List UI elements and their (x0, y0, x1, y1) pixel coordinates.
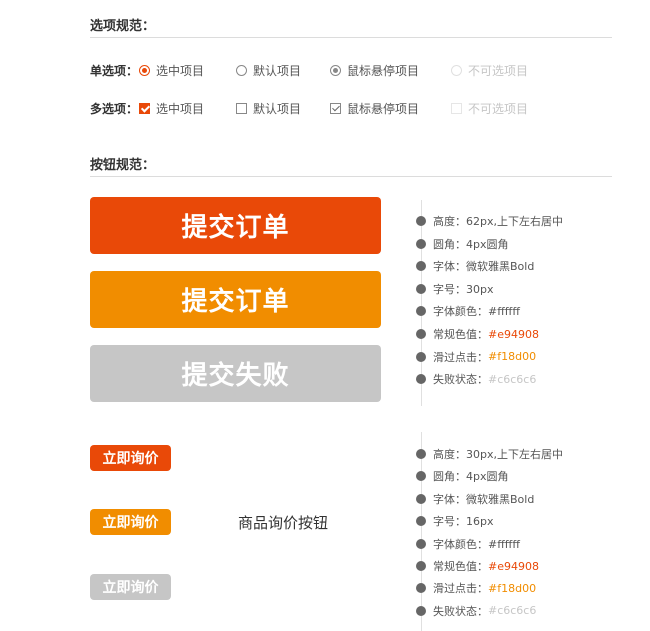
buttons-divider (90, 176, 612, 177)
spec-text: 圆角：4px圆角 (433, 470, 509, 484)
radio-option-label: 默认项目 (253, 64, 302, 78)
radio-option-checked[interactable]: 选中项目 (139, 62, 204, 79)
big-spec-item: 高度：62px,上下左右居中 (416, 213, 563, 229)
inquiry-button-caption: 商品询价按钮 (238, 514, 329, 532)
checkbox-option-label: 不可选项目 (468, 102, 529, 116)
checkbox-checked-icon[interactable] (139, 103, 150, 114)
small-spec-item: 字体颜色：#ffffff (416, 536, 520, 552)
submit-order-button-normal[interactable]: 提交订单 (90, 197, 381, 254)
spec-text: 常规色值： (433, 560, 488, 573)
bullet-dot-icon (416, 449, 426, 459)
spec-text: 字号：16px (433, 515, 494, 529)
spec-color-value: #e94908 (488, 559, 539, 573)
bullet-dot-icon (416, 261, 426, 272)
big-spec-item: 失败状态： #c6c6c6 (416, 371, 536, 387)
big-spec-item: 字体颜色：#ffffff (416, 303, 520, 319)
checkbox-default-icon[interactable] (236, 103, 247, 114)
checkbox-option-label: 鼠标悬停项目 (347, 102, 420, 116)
bullet-dot-icon (416, 538, 426, 549)
radio-option-label: 不可选项目 (468, 64, 529, 78)
spec-text: 字体颜色：#ffffff (433, 305, 520, 319)
inquiry-button-normal[interactable]: 立即询价 (90, 445, 171, 471)
checkbox-option-checked[interactable]: 选中项目 (139, 100, 204, 117)
small-spec-item: 字号：16px (416, 513, 494, 529)
checkbox-option-hover[interactable]: 鼠标悬停项目 (330, 100, 419, 117)
bullet-dot-icon (416, 374, 426, 385)
buttons-section-title: 按钮规范： (90, 158, 156, 173)
bullet-dot-icon (416, 516, 426, 527)
radio-option-label: 鼠标悬停项目 (347, 64, 420, 78)
spec-text: 高度：62px,上下左右居中 (433, 215, 563, 228)
spec-text: 字体颜色：#ffffff (433, 537, 520, 551)
spec-text: 字体：微软雅黑Bold (433, 260, 535, 274)
small-spec-item: 字体：微软雅黑Bold (416, 491, 534, 507)
options-divider (90, 37, 612, 38)
spec-color-value: #f18d00 (488, 581, 537, 595)
radio-option-hover[interactable]: 鼠标悬停项目 (330, 62, 419, 79)
radio-option-disabled: 不可选项目 (451, 62, 528, 79)
spec-color-value: #f18d00 (488, 350, 537, 364)
spec-text: 字号：30px (433, 282, 494, 296)
checkbox-hover-icon[interactable] (330, 103, 341, 114)
radio-checked-icon[interactable] (139, 65, 150, 76)
spec-text: 常规色值： (433, 328, 488, 341)
big-spec-item: 字体：微软雅黑Bold (416, 258, 534, 274)
bullet-dot-icon (416, 306, 426, 317)
radio-option-default[interactable]: 默认项目 (236, 62, 301, 79)
checkbox-option-label: 选中项目 (156, 102, 205, 116)
spec-text: 滑过点击： (433, 582, 488, 596)
small-spec-item: 圆角：4px圆角 (416, 468, 509, 484)
checkbox-option-default[interactable]: 默认项目 (236, 100, 301, 117)
spec-text: 失败状态： (433, 604, 488, 618)
radio-row-label: 单选项： (90, 64, 139, 78)
inquiry-button-hover[interactable]: 立即询价 (90, 509, 171, 535)
bullet-dot-icon (416, 238, 426, 249)
radio-hover-icon[interactable] (330, 65, 341, 76)
big-spec-item: 字号：30px (416, 281, 494, 297)
spec-text: 圆角：4px圆角 (433, 237, 509, 251)
bullet-dot-icon (416, 583, 426, 594)
submit-order-button-hover[interactable]: 提交订单 (90, 271, 381, 328)
bullet-dot-icon (416, 329, 426, 339)
big-spec-item: 滑过点击： #f18d00 (416, 349, 536, 365)
checkbox-row-label: 多选项： (90, 102, 139, 116)
small-spec-item: 失败状态： #c6c6c6 (416, 603, 536, 619)
spec-text: 高度：30px,上下左右居中 (433, 448, 563, 461)
spec-text: 滑过点击： (433, 350, 488, 364)
radio-disabled-icon (451, 65, 462, 76)
spec-color-value: #c6c6c6 (488, 372, 537, 386)
checkbox-option-label: 默认项目 (253, 102, 302, 116)
bullet-dot-icon (416, 493, 426, 504)
small-spec-item: 高度：30px,上下左右居中 (416, 446, 563, 462)
spec-color-value: #e94908 (488, 327, 539, 341)
bullet-dot-icon (416, 471, 426, 482)
spec-text: 字体：微软雅黑Bold (433, 492, 535, 506)
radio-default-icon[interactable] (236, 65, 247, 76)
spec-text: 失败状态： (433, 373, 488, 387)
big-spec-item: 常规色值： #e94908 (416, 326, 539, 342)
checkbox-option-disabled: 不可选项目 (451, 100, 528, 117)
submit-failed-button: 提交失败 (90, 345, 381, 402)
spec-color-value: #c6c6c6 (488, 604, 537, 618)
small-spec-item: 常规色值： #e94908 (416, 558, 539, 574)
bullet-dot-icon (416, 605, 426, 616)
radio-option-label: 选中项目 (156, 64, 205, 78)
small-spec-item: 滑过点击： #f18d00 (416, 580, 536, 596)
bullet-dot-icon (416, 561, 426, 571)
big-spec-item: 圆角：4px圆角 (416, 236, 509, 252)
options-section-title: 选项规范： (90, 19, 156, 34)
bullet-dot-icon (416, 351, 426, 362)
bullet-dot-icon (416, 283, 426, 294)
inquiry-button-disabled: 立即询价 (90, 574, 171, 600)
bullet-dot-icon (416, 216, 426, 226)
checkbox-disabled-icon (451, 103, 462, 114)
